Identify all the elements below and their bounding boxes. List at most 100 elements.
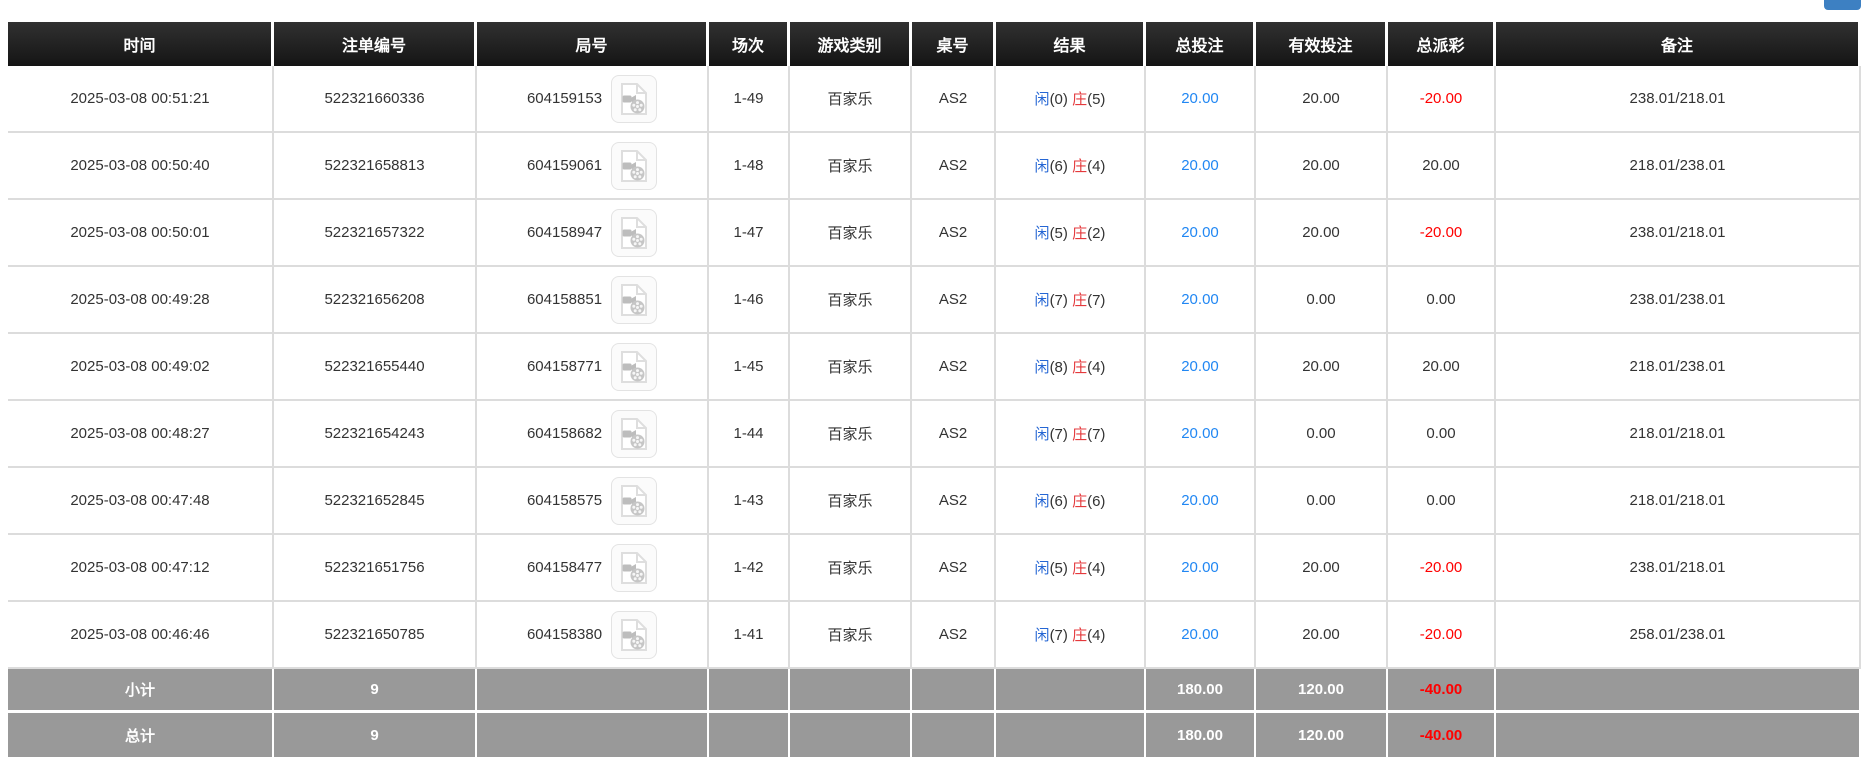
cell-session: 1-47 — [709, 200, 790, 267]
total-bet-link[interactable]: 20.00 — [1181, 224, 1219, 241]
cell-bet-no: 522321660336 — [274, 66, 477, 133]
video-replay-button[interactable] — [611, 476, 658, 525]
column-header-payout: 总派彩 — [1388, 22, 1496, 66]
video-replay-button[interactable] — [611, 141, 658, 190]
video-file-icon — [621, 551, 648, 584]
video-replay-button[interactable] — [611, 275, 658, 324]
video-replay-button[interactable] — [611, 409, 658, 458]
video-replay-button[interactable] — [611, 208, 658, 257]
cell-valid-bet: 20.00 — [1256, 535, 1388, 602]
result-player-points: (5) — [1049, 225, 1068, 242]
cell-time: 2025-03-08 00:46:46 — [8, 602, 274, 669]
cell-time: 2025-03-08 00:51:21 — [8, 66, 274, 133]
cell-game-type: 百家乐 — [790, 334, 912, 401]
cell-total-bet: 20.00 — [1146, 133, 1256, 200]
cell-total-bet: 20.00 — [1146, 200, 1256, 267]
round-number: 604158682 — [526, 425, 603, 442]
video-file-icon — [621, 216, 648, 249]
table-summary: 小计 9 180.00 120.00 -40.00 总计 9 180.00 12… — [8, 669, 1861, 757]
cell-valid-bet: 20.00 — [1256, 66, 1388, 133]
video-replay-button[interactable] — [611, 543, 658, 592]
cell-valid-bet: 0.00 — [1256, 267, 1388, 334]
cell-total-bet: 20.00 — [1146, 66, 1256, 133]
video-file-icon — [621, 484, 648, 517]
cell-valid-bet: 0.00 — [1256, 401, 1388, 468]
round-number: 604159061 — [526, 157, 603, 174]
result-banker-points: (4) — [1087, 359, 1106, 376]
result-banker-label: 庄 — [1072, 426, 1088, 443]
total-bet-link[interactable]: 20.00 — [1181, 291, 1219, 308]
video-replay-button[interactable] — [611, 74, 658, 123]
total-bet-link[interactable]: 20.00 — [1181, 157, 1219, 174]
summary-empty-remark — [1496, 713, 1861, 757]
table-row: 2025-03-08 00:49:28 522321656208 6041588… — [8, 267, 1861, 334]
total-bet-link[interactable]: 20.00 — [1181, 492, 1219, 509]
result-banker-points: (4) — [1087, 560, 1106, 577]
total-bet-link[interactable]: 20.00 — [1181, 358, 1219, 375]
cell-time: 2025-03-08 00:49:02 — [8, 334, 274, 401]
video-replay-button[interactable] — [611, 610, 658, 659]
column-header-remark: 备注 — [1496, 22, 1861, 66]
cell-game-type: 百家乐 — [790, 267, 912, 334]
result-banker-label: 庄 — [1072, 627, 1088, 644]
cell-payout: 0.00 — [1388, 401, 1496, 468]
result-player-points: (0) — [1049, 91, 1068, 108]
result-player-points: (6) — [1049, 158, 1068, 175]
video-replay-button[interactable] — [611, 342, 658, 391]
top-right-button-fragment[interactable] — [1824, 0, 1861, 10]
column-header-total-bet: 总投注 — [1146, 22, 1256, 66]
total-bet-link[interactable]: 20.00 — [1181, 425, 1219, 442]
cell-game-type: 百家乐 — [790, 602, 912, 669]
cell-game-type: 百家乐 — [790, 133, 912, 200]
summary-payout: -40.00 — [1388, 713, 1496, 757]
result-banker-points: (7) — [1087, 426, 1106, 443]
result-banker-points: (4) — [1087, 158, 1106, 175]
cell-valid-bet: 20.00 — [1256, 133, 1388, 200]
cell-table-no: AS2 — [912, 133, 996, 200]
cell-result: 闲(0) 庄(5) — [996, 66, 1146, 133]
video-file-icon — [621, 283, 648, 316]
cell-table-no: AS2 — [912, 602, 996, 669]
column-header-time: 时间 — [8, 22, 274, 66]
summary-empty-table-no — [912, 669, 996, 713]
table-row: 2025-03-08 00:51:21 522321660336 6041591… — [8, 66, 1861, 133]
cell-time: 2025-03-08 00:49:28 — [8, 267, 274, 334]
result-player-label: 闲 — [1034, 158, 1050, 175]
cell-remark: 218.01/218.01 — [1496, 468, 1861, 535]
column-header-valid-bet: 有效投注 — [1256, 22, 1388, 66]
result-player-label: 闲 — [1034, 426, 1050, 443]
summary-label: 总计 — [8, 713, 274, 757]
cell-result: 闲(6) 庄(6) — [996, 468, 1146, 535]
result-player-points: (6) — [1049, 493, 1068, 510]
cell-table-no: AS2 — [912, 535, 996, 602]
cell-payout: 20.00 — [1388, 133, 1496, 200]
table-row: 2025-03-08 00:48:27 522321654243 6041586… — [8, 401, 1861, 468]
summary-total-bet: 180.00 — [1146, 713, 1256, 757]
result-banker-label: 庄 — [1072, 158, 1088, 175]
cell-remark: 218.01/218.01 — [1496, 401, 1861, 468]
cell-total-bet: 20.00 — [1146, 401, 1256, 468]
video-file-icon — [621, 417, 648, 450]
cell-total-bet: 20.00 — [1146, 602, 1256, 669]
cell-session: 1-43 — [709, 468, 790, 535]
round-number: 604158575 — [526, 492, 603, 509]
result-player-points: (8) — [1049, 359, 1068, 376]
cell-table-no: AS2 — [912, 66, 996, 133]
cell-result: 闲(7) 庄(7) — [996, 401, 1146, 468]
result-player-points: (7) — [1049, 426, 1068, 443]
total-bet-link[interactable]: 20.00 — [1181, 559, 1219, 576]
result-player-label: 闲 — [1034, 91, 1050, 108]
cell-game-type: 百家乐 — [790, 66, 912, 133]
cell-session: 1-41 — [709, 602, 790, 669]
result-banker-points: (7) — [1087, 292, 1106, 309]
cell-round-no: 604158851 — [477, 267, 709, 334]
result-banker-label: 庄 — [1072, 225, 1088, 242]
total-bet-link[interactable]: 20.00 — [1181, 626, 1219, 643]
result-banker-points: (2) — [1087, 225, 1106, 242]
result-banker-label: 庄 — [1072, 91, 1088, 108]
cell-total-bet: 20.00 — [1146, 535, 1256, 602]
table-header-row: 时间 注单编号 局号 场次 游戏类别 桌号 结果 总投注 有效投注 总派彩 备注 — [8, 22, 1861, 66]
video-file-icon — [621, 82, 648, 115]
total-bet-link[interactable]: 20.00 — [1181, 90, 1219, 107]
column-header-round-no: 局号 — [477, 22, 709, 66]
